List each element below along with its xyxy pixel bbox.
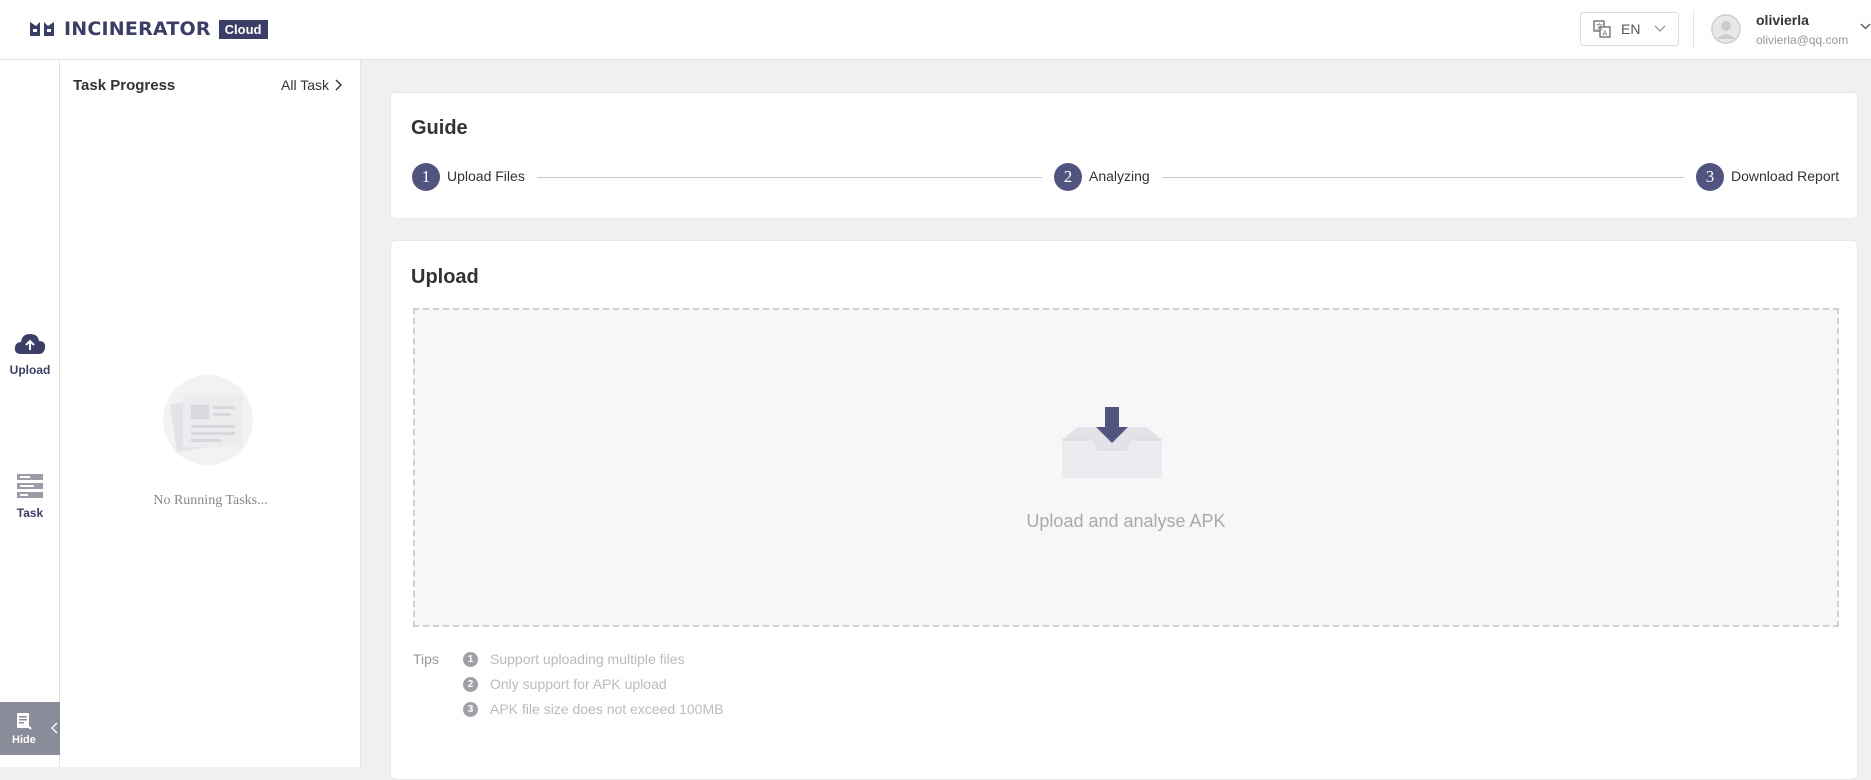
chevron-left-icon [51,722,58,734]
translate-icon: 文 A [1593,20,1611,38]
step-3-number: 3 [1696,163,1724,191]
step-3-label: Download Report [1731,168,1840,184]
user-icon [1711,14,1741,44]
tip-text: Support uploading multiple files [490,651,685,667]
user-name: olivierla [1756,12,1809,28]
upload-title: Upload [411,266,479,288]
logo-badge: Cloud [218,19,268,39]
step-2-number: 2 [1054,163,1082,191]
tip-item: 2 Only support for APK upload [463,676,667,692]
hide-label: Hide [12,734,36,746]
tip-text: Only support for APK upload [490,676,667,692]
step-1-label: Upload Files [447,168,525,184]
all-task-link[interactable]: All Task [281,77,342,93]
document-icon [17,713,32,730]
logo-icon [30,22,54,36]
logo[interactable]: INCINERATOR Cloud [28,18,268,40]
nav-task[interactable]: Task [0,473,60,520]
user-email: olivierla@qq.com [1756,33,1849,47]
tip-item: 3 APK file size does not exceed 100MB [463,701,723,717]
step-connector [1162,177,1684,178]
tip-number: 2 [463,676,478,692]
svg-text:A: A [1603,30,1608,38]
logo-text: INCINERATOR [64,18,211,40]
guide-title: Guide [411,117,468,139]
all-task-label: All Task [281,77,329,93]
task-list-icon [17,474,43,498]
inbox-download-icon [1062,407,1162,478]
avatar[interactable] [1711,14,1741,44]
tip-number: 1 [463,651,478,667]
step-connector [537,177,1042,178]
top-bar: INCINERATOR Cloud 文 A EN olivierla olivi… [0,0,1871,60]
chevron-down-icon [1654,25,1666,32]
step-1-number: 1 [412,163,440,191]
empty-tasks-illustration [163,375,253,465]
tip-text: APK file size does not exceed 100MB [490,701,724,717]
nav-task-label: Task [16,506,44,520]
language-select[interactable]: 文 A EN [1580,12,1679,46]
empty-tasks-text: No Running Tasks... [153,493,268,508]
user-menu-chevron-icon[interactable] [1860,23,1871,30]
upload-dropzone[interactable]: Upload and analyse APK [413,308,1839,627]
header-divider [1693,10,1694,48]
language-code: EN [1621,21,1641,37]
hide-panel-button[interactable]: Hide [0,702,67,755]
upload-card: Upload Upload and analyse APK Tips 1 Sup… [390,240,1858,780]
tip-number: 3 [463,701,478,717]
task-progress-title: Task Progress [73,77,176,94]
left-nav: Upload Task [0,60,60,767]
chevron-right-icon [335,79,342,91]
tips-label: Tips [413,651,439,667]
upload-drop-text: Upload and analyse APK [1026,511,1226,531]
nav-upload[interactable]: Upload [0,332,60,377]
tip-item: 1 Support uploading multiple files [463,651,685,667]
task-progress-panel: Task Progress All Task No Running Tasks.… [60,60,361,767]
cloud-upload-icon [14,334,46,354]
nav-upload-label: Upload [9,363,51,377]
guide-card: Guide 1 Upload Files 2 Analyzing 3 Downl… [390,92,1858,219]
step-2-label: Analyzing [1089,168,1150,184]
